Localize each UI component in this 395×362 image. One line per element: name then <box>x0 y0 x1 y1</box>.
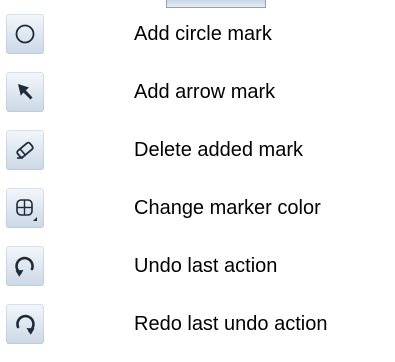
undo-icon <box>15 256 34 277</box>
legend-row-delete: Delete added mark <box>6 130 391 188</box>
legend-label: Undo last action <box>134 255 278 277</box>
legend-row-color: Change marker color <box>6 188 391 246</box>
delete-mark-button[interactable] <box>6 130 44 170</box>
legend-row-undo: Undo last action <box>6 246 391 304</box>
add-arrow-mark-button[interactable] <box>6 72 44 112</box>
redo-button[interactable] <box>6 304 44 344</box>
legend-label: Redo last undo action <box>134 313 328 335</box>
change-marker-color-button[interactable] <box>6 188 44 228</box>
legend-row-circle: Add circle mark <box>6 14 391 72</box>
marker-color-icon <box>16 199 37 221</box>
arrow-mark-icon <box>18 84 33 100</box>
legend-row-redo: Redo last undo action <box>6 304 391 362</box>
add-circle-mark-button[interactable] <box>6 14 44 54</box>
legend-label: Change marker color <box>134 197 321 219</box>
eraser-icon <box>16 141 34 159</box>
markup-tools-legend: Add circle mark Add arrow mark Delete ad… <box>6 14 391 362</box>
toolbar-edge <box>166 0 266 8</box>
circle-mark-icon <box>15 24 35 44</box>
legend-label: Add circle mark <box>134 23 272 45</box>
legend-label: Delete added mark <box>134 139 303 161</box>
undo-button[interactable] <box>6 246 44 286</box>
redo-icon <box>16 314 35 335</box>
legend-row-arrow: Add arrow mark <box>6 72 391 130</box>
legend-label: Add arrow mark <box>134 81 276 103</box>
